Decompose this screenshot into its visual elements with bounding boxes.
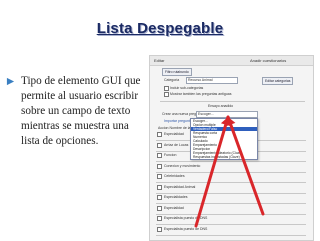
red-arrows [194,115,265,228]
arrow-to-dropdown-2 [194,115,230,228]
arrow-to-dropdown [226,115,265,216]
slide: Lista Despegable Tipo de elemento GUI qu… [0,0,320,241]
